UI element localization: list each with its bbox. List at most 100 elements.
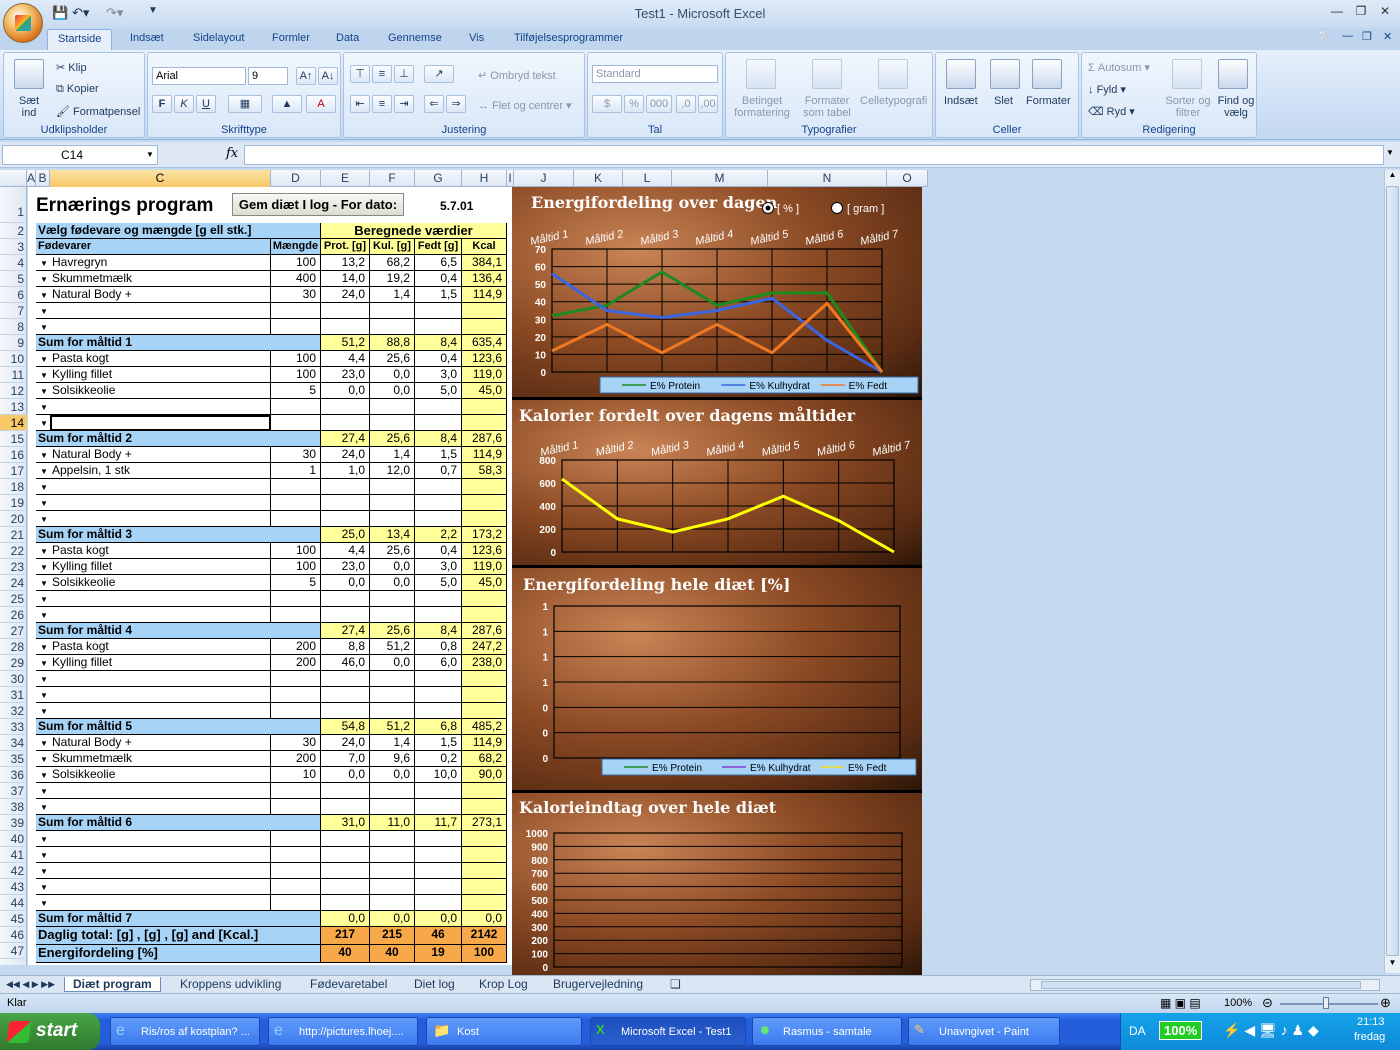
- zoom-slider-thumb[interactable]: [1323, 997, 1329, 1009]
- sort-filter-icon[interactable]: [1172, 59, 1202, 89]
- tab-nav-icons[interactable]: ◀◀ ◀ ▶ ▶▶: [6, 979, 55, 990]
- food-cell[interactable]: Skummetmælk: [50, 271, 271, 287]
- minimize-icon[interactable]: —: [1326, 4, 1348, 22]
- task-ie-2[interactable]: http://pictures.lhoej....: [268, 1017, 418, 1046]
- amount-cell[interactable]: [271, 799, 321, 815]
- food-cell[interactable]: Natural Body +: [50, 735, 271, 751]
- tab-formulas[interactable]: Formler: [272, 32, 310, 44]
- font-name-select[interactable]: Arial: [152, 67, 246, 85]
- row-header-46[interactable]: 46: [0, 927, 27, 943]
- row-header-38[interactable]: 38: [0, 799, 27, 815]
- font-color-icon[interactable]: A: [306, 95, 336, 113]
- align-left-icon[interactable]: ⇤: [350, 95, 370, 113]
- row-header-25[interactable]: 25: [0, 591, 27, 607]
- scroll-up-icon[interactable]: ▲: [1386, 170, 1399, 184]
- amount-cell[interactable]: 200: [271, 751, 321, 767]
- ribbon-minimize-icon[interactable]: —: [1342, 30, 1353, 42]
- decrease-indent-icon[interactable]: ⇐: [424, 95, 444, 113]
- amount-cell[interactable]: [271, 863, 321, 879]
- row-header-28[interactable]: 28: [0, 639, 27, 655]
- horizontal-scrollbar[interactable]: [1030, 979, 1380, 991]
- dropdown-cell[interactable]: [36, 591, 50, 607]
- tab-view[interactable]: Vis: [469, 32, 484, 44]
- dropdown-cell[interactable]: [36, 575, 50, 591]
- dropdown-cell[interactable]: [36, 383, 50, 399]
- align-top-icon[interactable]: ⊤: [350, 65, 370, 83]
- orientation-icon[interactable]: ↗: [424, 65, 454, 83]
- amount-cell[interactable]: 400: [271, 271, 321, 287]
- row-header-19[interactable]: 19: [0, 495, 27, 511]
- column-header-g[interactable]: G: [415, 170, 462, 187]
- food-cell[interactable]: [50, 319, 271, 335]
- column-header-k[interactable]: K: [574, 170, 623, 187]
- task-messenger[interactable]: Rasmus - samtale: [752, 1017, 902, 1046]
- food-cell[interactable]: [50, 783, 271, 799]
- scroll-thumb[interactable]: [1386, 186, 1399, 956]
- sort-filter-button[interactable]: Sorter og filtrer: [1162, 95, 1214, 119]
- row-header-17[interactable]: 17: [0, 463, 27, 479]
- food-cell[interactable]: [50, 495, 271, 511]
- amount-cell[interactable]: 100: [271, 559, 321, 575]
- column-header-l[interactable]: L: [623, 170, 672, 187]
- amount-cell[interactable]: 10: [271, 767, 321, 783]
- column-header-i[interactable]: I: [507, 170, 514, 187]
- row-header-16[interactable]: 16: [0, 447, 27, 463]
- food-cell[interactable]: [50, 879, 271, 895]
- food-cell[interactable]: [50, 479, 271, 495]
- dropdown-cell[interactable]: [36, 511, 50, 527]
- battery-indicator[interactable]: 100%: [1159, 1021, 1203, 1040]
- row-header-13[interactable]: 13: [0, 399, 27, 415]
- food-cell[interactable]: [50, 863, 271, 879]
- amount-cell[interactable]: [271, 783, 321, 799]
- food-cell[interactable]: Solsikkeolie: [50, 575, 271, 591]
- column-header-o[interactable]: O: [887, 170, 928, 187]
- font-size-select[interactable]: 9: [248, 67, 288, 85]
- food-cell[interactable]: [50, 591, 271, 607]
- amount-cell[interactable]: [271, 879, 321, 895]
- food-cell[interactable]: Pasta kogt: [50, 639, 271, 655]
- number-format-select[interactable]: Standard: [592, 65, 718, 83]
- column-header-c[interactable]: C: [50, 170, 271, 187]
- dropdown-cell[interactable]: [36, 639, 50, 655]
- dropdown-cell[interactable]: [36, 319, 50, 335]
- amount-cell[interactable]: [271, 511, 321, 527]
- row-header-37[interactable]: 37: [0, 783, 27, 799]
- format-as-table-button[interactable]: Formater som tabel: [798, 95, 856, 119]
- diet-date[interactable]: 5.7.01: [440, 199, 473, 213]
- food-cell[interactable]: Appelsin, 1 stk: [50, 463, 271, 479]
- row-header-14[interactable]: 14: [0, 415, 27, 431]
- amount-cell[interactable]: [271, 415, 321, 431]
- amount-cell[interactable]: 5: [271, 575, 321, 591]
- underline-button[interactable]: U: [196, 95, 216, 113]
- amount-cell[interactable]: 100: [271, 543, 321, 559]
- column-header-a[interactable]: A: [27, 170, 36, 187]
- chart-energy-total[interactable]: Energifordeling hele diæt [%] 0 0 0 1 1 1 1 E% P…: [512, 568, 922, 790]
- task-paint[interactable]: Unavngivet - Paint: [908, 1017, 1060, 1046]
- ribbon-close-icon[interactable]: ✕: [1383, 30, 1392, 43]
- row-header-8[interactable]: 8: [0, 319, 27, 335]
- cell-styles-button[interactable]: Celletypografi: [860, 95, 927, 107]
- dropdown-cell[interactable]: [36, 751, 50, 767]
- food-cell[interactable]: [50, 895, 271, 911]
- task-ie-1[interactable]: Ris/ros af kostplan? ...: [110, 1017, 260, 1046]
- align-middle-icon[interactable]: ≡: [372, 65, 392, 83]
- sheet-tab-diet-program[interactable]: Diæt program: [64, 977, 161, 992]
- dropdown-cell[interactable]: [36, 479, 50, 495]
- food-cell[interactable]: [50, 847, 271, 863]
- format-cells-button[interactable]: Formater: [1026, 95, 1071, 107]
- amount-cell[interactable]: 200: [271, 639, 321, 655]
- amount-cell[interactable]: [271, 495, 321, 511]
- food-cell[interactable]: Kylling fillet: [50, 367, 271, 383]
- dropdown-cell[interactable]: [36, 463, 50, 479]
- row-header-35[interactable]: 35: [0, 751, 27, 767]
- fill-button[interactable]: ↓ Fyld ▾: [1088, 83, 1126, 96]
- food-cell[interactable]: Natural Body +: [50, 287, 271, 303]
- binoculars-icon[interactable]: [1218, 59, 1248, 89]
- tray-icons[interactable]: ⚡ ◀ 🖥 ♪ ♟ ◆: [1223, 1022, 1319, 1039]
- row-header-26[interactable]: 26: [0, 607, 27, 623]
- row-header-47[interactable]: 47: [0, 943, 27, 959]
- column-header-j[interactable]: J: [514, 170, 574, 187]
- sheet-tab-body-log[interactable]: Krop Log: [479, 977, 528, 991]
- delete-cells-button[interactable]: Slet: [994, 95, 1013, 107]
- amount-cell[interactable]: [271, 591, 321, 607]
